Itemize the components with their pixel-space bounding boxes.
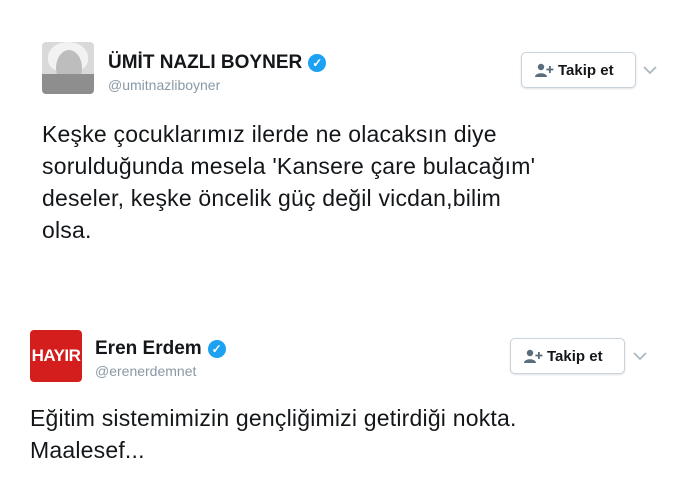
author-row: Eren Erdem ✓ [95, 338, 226, 360]
chevron-down-icon[interactable] [630, 346, 650, 366]
avatar-umit[interactable] [42, 42, 94, 94]
follow-button-label: Takip et [558, 61, 614, 79]
avatar-eren[interactable]: HAYIR [30, 330, 82, 382]
avatar-hayir-logo: HAYIR [30, 330, 82, 382]
author-name[interactable]: ÜMİT NAZLI BOYNER [108, 52, 302, 74]
tweet-card-2 [0, 300, 673, 485]
tweet-card-1: ÜMİT NAZLI BOYNER ✓ @umitnazliboyner Tak… [0, 0, 673, 290]
verified-badge-icon: ✓ [308, 54, 327, 72]
follow-button[interactable]: Takip et [521, 52, 636, 88]
author-row: ÜMİT NAZLI BOYNER ✓ [108, 52, 327, 74]
avatar-photo-shade [42, 74, 94, 94]
author-handle[interactable]: @erenerdemnet [95, 363, 196, 379]
tweet-text-line: Keşke çocuklarımız ilerde ne olacaksın d… [42, 121, 497, 147]
verified-badge-icon: ✓ [207, 340, 226, 358]
add-user-icon [523, 349, 543, 363]
tweet-text-line: sorulduğunda mesela 'Kansere çare bulaca… [42, 153, 536, 179]
tweet-text: Keşke çocuklarımız ilerde ne olacaksın d… [42, 118, 642, 246]
chevron-down-icon[interactable] [640, 60, 660, 80]
tweet-text-line: olsa. [42, 217, 92, 243]
author-name[interactable]: Eren Erdem [95, 338, 202, 360]
follow-button-label: Takip et [547, 347, 603, 365]
author-handle[interactable]: @umitnazliboyner [108, 77, 220, 93]
tweet-text-line: deseler, keşke öncelik güç değil vicdan,… [42, 185, 502, 211]
follow-button[interactable]: Takip et [510, 338, 625, 374]
add-user-icon [534, 63, 554, 77]
